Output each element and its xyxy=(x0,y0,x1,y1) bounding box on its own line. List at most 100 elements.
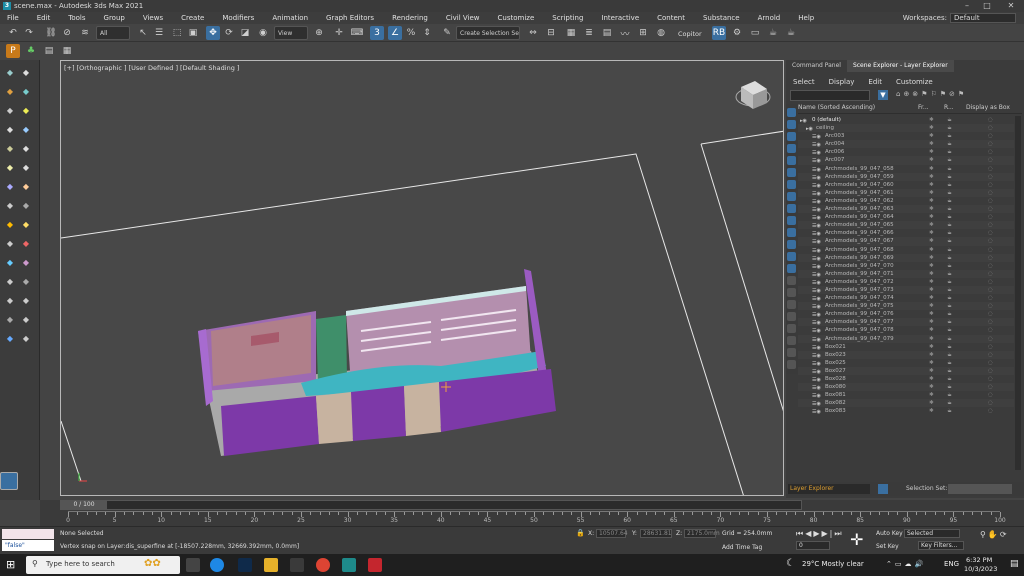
project-folder-icon[interactable]: P xyxy=(6,44,20,58)
explorer-row[interactable]: ☰◉ Archmodels_99_047_078 ✱ ☕ ◌ xyxy=(798,326,1014,334)
display-as-box-icon[interactable]: ◌ xyxy=(988,278,993,286)
render-toggle-icon[interactable]: ☕ xyxy=(947,407,952,415)
menu-help[interactable]: Help xyxy=(789,14,823,22)
grid-icon[interactable]: ▦ xyxy=(60,44,74,58)
column-freeze[interactable]: Fr... xyxy=(918,104,944,113)
explorer-row[interactable]: ☰◉ Archmodels_99_047_065 ✱ ☕ ◌ xyxy=(798,221,1014,230)
freeze-toggle-icon[interactable]: ✱ xyxy=(929,254,934,262)
freeze-toggle-icon[interactable]: ✱ xyxy=(929,375,934,383)
render-toggle-icon[interactable]: ☕ xyxy=(947,286,952,294)
explorer-row[interactable]: ☰◉ Arc003 ✱ ☕ ◌ xyxy=(798,132,1014,140)
display-as-box-icon[interactable]: ◌ xyxy=(988,326,993,334)
render-toggle-icon[interactable]: ☕ xyxy=(947,197,952,205)
explorer-filter-icon[interactable] xyxy=(787,288,796,297)
render-toggle-icon[interactable]: ☕ xyxy=(947,181,952,189)
z-coordinate-field[interactable]: 2175.0mm xyxy=(684,529,720,538)
display-as-box-icon[interactable]: ◌ xyxy=(988,391,993,399)
filter-icon[interactable]: ▼ xyxy=(878,90,888,100)
chain-icon[interactable]: ◆ xyxy=(20,275,32,287)
explorer-row[interactable]: ☰◉ Archmodels_99_047_070 ✱ ☕ ◌ xyxy=(798,262,1014,270)
render-toggle-icon[interactable]: ☕ xyxy=(947,367,952,375)
add-time-tag[interactable]: Add Time Tag xyxy=(722,544,762,551)
explorer-filter-icon[interactable] xyxy=(787,204,796,213)
explorer-filter-icon[interactable] xyxy=(787,216,796,225)
lock-selection-icon[interactable]: 🔒 xyxy=(576,529,585,537)
freeze-toggle-icon[interactable]: ✱ xyxy=(929,197,934,205)
menu-tools[interactable]: Tools xyxy=(59,14,94,22)
script-icon[interactable]: ◆ xyxy=(4,332,16,344)
explorer-filter-icon[interactable] xyxy=(787,192,796,201)
set-key-button[interactable]: Set Key xyxy=(876,543,899,550)
shape-icon[interactable]: ◆ xyxy=(20,142,32,154)
edit-named-selection-icon[interactable]: ✎ xyxy=(440,26,454,40)
chrome-icon[interactable] xyxy=(316,558,330,572)
display-as-box-icon[interactable]: ◌ xyxy=(988,246,993,254)
explorer-filter-icon[interactable] xyxy=(787,144,796,153)
selection-filter-dropdown[interactable]: All xyxy=(96,26,130,40)
explorer-row[interactable]: ☰◉ Archmodels_99_047_061 ✱ ☕ ◌ xyxy=(798,188,1014,197)
freeze-toggle-icon[interactable]: ✱ xyxy=(929,173,934,181)
freeze-toggle-icon[interactable]: ✱ xyxy=(929,335,934,343)
scale-icon[interactable]: ◪ xyxy=(238,26,252,40)
spinner-snap-icon[interactable]: ⇕ xyxy=(420,26,434,40)
freeze-toggle-icon[interactable]: ✱ xyxy=(929,156,934,164)
render-iterative-icon[interactable]: ☕ xyxy=(784,26,798,40)
display-as-box-icon[interactable]: ◌ xyxy=(988,286,993,294)
viewport[interactable]: [+] [Orthographic ] [User Defined ] [Def… xyxy=(60,60,784,496)
menu-civil-view[interactable]: Civil View xyxy=(437,14,489,22)
maxscript-output[interactable]: "false" xyxy=(2,540,54,551)
explorer-row[interactable]: ☰◉ Archmodels_99_047_076 ✱ ☕ ◌ xyxy=(798,310,1014,318)
render-toggle-icon[interactable]: ☕ xyxy=(947,254,952,262)
explorer-filter-icon[interactable] xyxy=(787,156,796,165)
menu-rendering[interactable]: Rendering xyxy=(383,14,437,22)
display-as-box-icon[interactable]: ◌ xyxy=(988,343,993,351)
reference-coordinate-dropdown[interactable]: View xyxy=(274,26,308,40)
menu-substance[interactable]: Substance xyxy=(694,14,749,22)
menu-content[interactable]: Content xyxy=(648,14,694,22)
render-toggle-icon[interactable]: ☕ xyxy=(947,165,952,173)
box-icon[interactable]: ◆ xyxy=(4,161,16,173)
set-key-icon[interactable]: ✛ xyxy=(850,530,863,549)
compass-icon[interactable]: ◆ xyxy=(20,313,32,325)
freeze-toggle-icon[interactable]: ✱ xyxy=(929,399,934,407)
display-as-box-icon[interactable]: ◌ xyxy=(988,213,993,221)
spacewarp-icon[interactable]: ◆ xyxy=(4,142,16,154)
clock-date[interactable]: 10/3/2023 xyxy=(964,565,997,573)
explorer-row[interactable]: ☰◉ Box025 ✱ ☕ ◌ xyxy=(798,359,1014,367)
freeze-toggle-icon[interactable]: ✱ xyxy=(929,310,934,318)
auto-key-button[interactable]: Auto Key xyxy=(876,530,903,537)
cylinder-icon[interactable]: ◆ xyxy=(4,180,16,192)
explorer-row[interactable]: ☰◉ Archmodels_99_047_073 ✱ ☕ ◌ xyxy=(798,285,1014,295)
tray-icons[interactable]: ⌃▭☁🔊 xyxy=(886,560,926,568)
freeze-toggle-icon[interactable]: ✱ xyxy=(929,148,934,156)
layers-icon[interactable]: ◆ xyxy=(20,332,32,344)
pivot-center-icon[interactable]: ⊕ xyxy=(312,26,326,40)
display-as-box-icon[interactable]: ◌ xyxy=(988,124,993,132)
explorer-row[interactable]: ☰◉ Arc007 ✱ ☕ ◌ xyxy=(798,156,1014,165)
menu-modifiers[interactable]: Modifiers xyxy=(213,14,263,22)
clock-time[interactable]: 6:32 PM xyxy=(966,556,992,564)
explorer-row[interactable]: ☰◉ Box028 ✱ ☕ ◌ xyxy=(798,375,1014,383)
display-as-box-icon[interactable]: ◌ xyxy=(988,318,993,326)
explorer-row[interactable]: ☰◉ Box021 ✱ ☕ ◌ xyxy=(798,343,1014,351)
media-icon[interactable] xyxy=(290,558,304,572)
menu-scripting[interactable]: Scripting xyxy=(543,14,592,22)
freeze-toggle-icon[interactable]: ✱ xyxy=(929,359,934,367)
explorer-filter-icon[interactable] xyxy=(787,324,796,333)
render-toggle-icon[interactable]: ☕ xyxy=(947,375,952,383)
display-as-box-icon[interactable]: ◌ xyxy=(988,156,993,164)
freeze-toggle-icon[interactable]: ✱ xyxy=(929,262,934,270)
freeze-toggle-icon[interactable]: ✱ xyxy=(929,229,934,237)
bone-icon[interactable]: ◆ xyxy=(4,275,16,287)
display-as-box-icon[interactable]: ◌ xyxy=(988,189,993,197)
explorer-row[interactable]: ☰◉ Archmodels_99_047_068 ✱ ☕ ◌ xyxy=(798,246,1014,254)
explorer-row[interactable]: ☰◉ Archmodels_99_047_075 ✱ ☕ ◌ xyxy=(798,302,1014,311)
motion-icon[interactable]: ◆ xyxy=(4,85,16,97)
freeze-toggle-icon[interactable]: ✱ xyxy=(929,116,934,124)
explorer-filter-icon[interactable] xyxy=(787,300,796,309)
explorer-row[interactable]: ☰◉ Archmodels_99_047_062 ✱ ☕ ◌ xyxy=(798,197,1014,205)
hierarchy-icon[interactable]: ◆ xyxy=(20,66,32,78)
material-icon[interactable]: ◆ xyxy=(20,256,32,268)
render-toggle-icon[interactable]: ☕ xyxy=(947,205,952,213)
render-setup-icon[interactable]: ⚙ xyxy=(730,26,744,40)
